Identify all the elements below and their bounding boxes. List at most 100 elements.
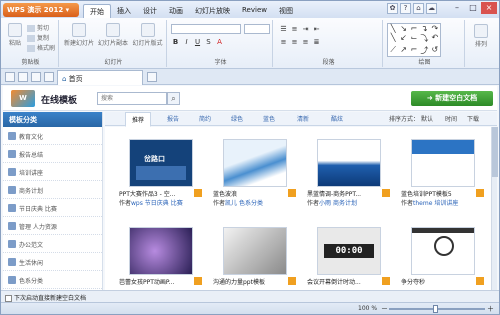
undo-icon[interactable] — [31, 72, 41, 82]
template-thumbnail[interactable]: 00:00 — [317, 227, 381, 275]
sidebar-item-colors[interactable]: 色系分类 — [3, 271, 102, 289]
search-icon[interactable]: ⌕ — [167, 92, 180, 105]
tab-home[interactable]: 开始 — [83, 4, 111, 19]
template-card[interactable]: 蓝色波浪 作者凯儿 色系分类 — [213, 139, 297, 207]
justify-icon[interactable]: ≣ — [312, 38, 321, 47]
strike-icon[interactable]: S — [204, 38, 213, 47]
search-input[interactable] — [97, 92, 167, 105]
maximize-icon[interactable]: □ — [465, 2, 481, 14]
font-color-icon[interactable]: A — [215, 38, 224, 47]
template-card[interactable]: 争分夺秒 — [401, 227, 485, 286]
template-card[interactable]: 蓝色培训PPT模板5 作者theme 培训讲座 — [401, 139, 485, 207]
outdent-icon[interactable]: ⇤ — [312, 25, 321, 34]
align-left-icon[interactable]: ≡ — [279, 38, 288, 47]
scroll-thumb[interactable] — [492, 127, 498, 177]
zoom-in-button[interactable]: ＋ — [487, 304, 494, 314]
template-thumbnail[interactable]: 岔路口 — [129, 139, 193, 187]
open-icon[interactable] — [5, 72, 15, 82]
copy-button[interactable]: 复制 — [27, 33, 49, 42]
arrange-button[interactable]: 排列 — [467, 24, 495, 48]
tab-cool[interactable]: 酷炫 — [331, 114, 343, 123]
tab-animation[interactable]: 动画 — [163, 4, 189, 19]
tab-blue[interactable]: 蓝色 — [263, 114, 275, 123]
tab-insert[interactable]: 插入 — [111, 4, 137, 19]
redo-icon[interactable] — [44, 72, 54, 82]
save-icon[interactable] — [18, 72, 28, 82]
thumbnail-text: 岔路口 — [144, 155, 165, 163]
download-icon[interactable] — [288, 277, 296, 285]
tab-review[interactable]: Review — [236, 4, 273, 19]
underline-icon[interactable]: U — [193, 38, 202, 47]
slide-layout-button[interactable]: 幻灯片版式 — [131, 23, 164, 47]
skin-icon[interactable]: ✿ — [387, 3, 398, 14]
app-menu-button[interactable]: WPS 演示 2012 ▾ — [3, 3, 79, 17]
download-icon[interactable] — [194, 189, 202, 197]
download-icon[interactable] — [382, 189, 390, 197]
tab-report[interactable]: 报告 — [167, 114, 179, 123]
download-icon[interactable] — [194, 277, 202, 285]
template-thumbnail[interactable] — [223, 139, 287, 187]
italic-icon[interactable]: I — [182, 38, 191, 47]
tab-recommended[interactable]: 推荐 — [125, 112, 152, 127]
home-icon[interactable]: ⌂ — [413, 3, 424, 14]
download-icon[interactable] — [476, 189, 484, 197]
template-thumbnail[interactable] — [317, 139, 381, 187]
template-card[interactable]: 岔路口 PPT大赛作品3 - 空... 作者wps 节日庆典 比赛 — [119, 139, 203, 207]
template-card[interactable]: 沟通的力量ppt模板 — [213, 227, 297, 286]
doc-tab-home[interactable]: ⌂ 首页 — [57, 70, 143, 85]
format-painter-button[interactable]: 格式刷 — [27, 43, 55, 52]
online-templates-header: W 在线模板 ⌕ ➜ 新建空白文档 — [3, 86, 497, 111]
sidebar-item-festival[interactable]: 节日庆典 比赛 — [3, 199, 102, 217]
paste-button[interactable]: 粘贴 — [6, 23, 24, 47]
font-family-select[interactable] — [171, 24, 241, 34]
sort-download[interactable]: 下载 — [467, 114, 479, 123]
template-thumbnail[interactable] — [129, 227, 193, 275]
close-icon[interactable]: × — [481, 2, 497, 14]
template-thumbnail[interactable] — [411, 227, 475, 275]
download-icon[interactable] — [288, 189, 296, 197]
cloud-icon[interactable]: ☁ — [426, 3, 437, 14]
font-size-select[interactable] — [244, 24, 270, 34]
sidebar-item-business[interactable]: 商务计划 — [3, 181, 102, 199]
new-tab-icon[interactable] — [147, 72, 157, 82]
numbering-icon[interactable]: ≡ — [290, 25, 299, 34]
sort-time[interactable]: 时间 — [445, 114, 457, 123]
tab-green[interactable]: 绿色 — [231, 114, 243, 123]
cut-button[interactable]: 剪切 — [27, 23, 49, 32]
slide-copy-button[interactable]: 幻灯片副本 — [97, 23, 129, 47]
bullets-icon[interactable]: ☰ — [279, 25, 288, 34]
zoom-slider[interactable] — [389, 305, 485, 313]
sidebar-item-education[interactable]: 教育文化 — [3, 127, 102, 145]
download-icon[interactable] — [476, 277, 484, 285]
new-blank-document-button[interactable]: ➜ 新建空白文档 — [411, 91, 493, 106]
help-icon[interactable]: ? — [400, 3, 411, 14]
sidebar-item-management[interactable]: 管理 人力资源 — [3, 217, 102, 235]
minimize-icon[interactable]: – — [449, 2, 465, 14]
indent-icon[interactable]: ⇥ — [301, 25, 310, 34]
download-icon[interactable] — [382, 277, 390, 285]
startup-checkbox[interactable] — [5, 295, 12, 302]
sort-default[interactable]: 默认 — [421, 114, 433, 123]
zoom-out-button[interactable]: － — [381, 304, 388, 314]
shapes-gallery[interactable]: ╲ ↘ ⌐ ↴ ↷ ╲ ↙ ⌙ ⤵ ↶ ⟋ ↗ ⌐ ⤴ ↺ — [387, 23, 441, 57]
tab-slideshow[interactable]: 幻灯片放映 — [189, 4, 236, 19]
sidebar-item-office[interactable]: 办公范文 — [3, 235, 102, 253]
align-center-icon[interactable]: ≡ — [290, 38, 299, 47]
bold-icon[interactable]: B — [171, 38, 180, 47]
template-card[interactable]: 芭蕾女孩PPT动画P... — [119, 227, 203, 286]
tab-view[interactable]: 视图 — [273, 4, 299, 19]
tab-simple[interactable]: 简约 — [199, 114, 211, 123]
template-thumbnail[interactable] — [411, 139, 475, 187]
sidebar-item-report[interactable]: 报告总结 — [3, 145, 102, 163]
sidebar-item-life[interactable]: 生活休闲 — [3, 253, 102, 271]
template-card[interactable]: 00:00 会议开幕倒计时动... — [307, 227, 391, 286]
sidebar-item-training[interactable]: 培训讲座 — [3, 163, 102, 181]
new-slide-button[interactable]: 新建幻灯片 — [63, 23, 95, 47]
tab-fresh[interactable]: 清新 — [297, 114, 309, 123]
template-card[interactable]: 黑蓝情调-商务PPT... 作者小雨 商务计划 — [307, 139, 391, 207]
vertical-scrollbar[interactable] — [491, 127, 498, 290]
zoom-knob[interactable] — [433, 305, 438, 313]
template-thumbnail[interactable] — [223, 227, 287, 275]
align-right-icon[interactable]: ≡ — [301, 38, 310, 47]
tab-design[interactable]: 设计 — [137, 4, 163, 19]
